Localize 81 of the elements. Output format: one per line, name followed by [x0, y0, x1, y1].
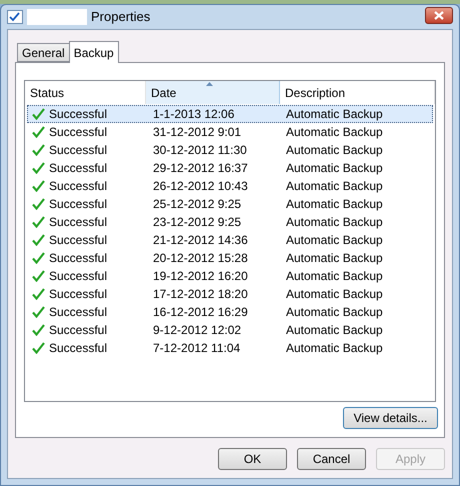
check-icon: [32, 234, 45, 246]
date-cell-text: 19-12-2012 16:20: [152, 268, 249, 285]
close-button[interactable]: [425, 6, 453, 24]
close-icon: [434, 10, 444, 20]
check-icon: [32, 126, 45, 138]
date-cell-text: 21-12-2012 14:36: [152, 232, 249, 249]
date-cell-text: 30-12-2012 11:30: [152, 142, 248, 159]
backup-row[interactable]: Successful 19-12-2012 16:20 Automatic Backup: [27, 267, 433, 285]
tab[interactable]: Backup: [68, 41, 119, 63]
date-cell-text: 1-1-2013 12:06: [152, 106, 236, 123]
description-cell-text: Automatic Backup: [285, 160, 384, 177]
description-cell-text: Automatic Backup: [285, 340, 384, 357]
status-text: Successful: [49, 322, 108, 339]
backup-row[interactable]: Successful 25-12-2012 9:25 Automatic Backup: [27, 195, 433, 213]
check-icon: [32, 180, 45, 192]
check-icon: [32, 162, 45, 174]
backup-row[interactable]: Successful 17-12-2012 18:20 Automatic Backup: [27, 285, 433, 303]
backup-row[interactable]: Successful 9-12-2012 12:02 Automatic Backup: [27, 321, 433, 339]
status-text: Successful: [49, 232, 108, 249]
check-icon: [32, 108, 45, 120]
backup-row[interactable]: Successful 7-12-2012 11:04 Automatic Backup: [27, 339, 433, 357]
status-text: Successful: [49, 250, 108, 267]
window-title: Properties: [91, 8, 150, 26]
status-text: Successful: [49, 286, 108, 303]
backup-row[interactable]: Successful 1-1-2013 12:06 Automatic Backup: [27, 105, 433, 123]
check-icon: [32, 144, 45, 156]
status-text: Successful: [49, 340, 108, 357]
status-text: Successful: [49, 304, 108, 321]
status-text: Successful: [49, 268, 108, 285]
status-text: Successful: [49, 142, 108, 159]
backup-row[interactable]: Successful 30-12-2012 11:30 Automatic Backup: [27, 141, 433, 159]
description-cell-text: Automatic Backup: [285, 124, 384, 141]
check-icon: [32, 288, 45, 300]
backup-row[interactable]: Successful 31-12-2012 9:01 Automatic Backup: [27, 123, 433, 141]
date-cell-text: 16-12-2012 16:29: [152, 304, 249, 321]
tab[interactable]: General: [17, 43, 69, 62]
backup-row[interactable]: Successful 26-12-2012 10:43 Automatic Backup: [27, 177, 433, 195]
status-text: Successful: [49, 124, 108, 141]
description-cell-text: Automatic Backup: [285, 304, 384, 321]
status-text: Successful: [49, 160, 108, 177]
description-cell-text: Automatic Backup: [285, 322, 384, 339]
dialog-button[interactable]: OK: [218, 448, 287, 470]
date-cell-text: 17-12-2012 18:20: [152, 286, 249, 303]
backup-row[interactable]: Successful 23-12-2012 9:25 Automatic Backup: [27, 213, 433, 231]
status-text: Successful: [49, 214, 108, 231]
date-cell-text: 29-12-2012 16:37: [152, 160, 249, 177]
description-cell-text: Automatic Backup: [285, 250, 384, 267]
description-cell-text: Automatic Backup: [285, 196, 384, 213]
description-cell-text: Automatic Backup: [285, 178, 384, 195]
check-icon: [32, 306, 45, 318]
date-cell-text: 25-12-2012 9:25: [152, 196, 242, 213]
status-text: Successful: [49, 178, 108, 195]
dialog-button[interactable]: Cancel: [297, 448, 366, 470]
checklist-icon: [7, 10, 23, 24]
backup-row[interactable]: Successful 29-12-2012 16:37 Automatic Backup: [27, 159, 433, 177]
date-cell-text: 31-12-2012 9:01: [152, 124, 242, 141]
date-cell-text: 20-12-2012 15:28: [152, 250, 249, 267]
description-cell-text: Automatic Backup: [285, 232, 384, 249]
check-icon: [32, 216, 45, 228]
description-cell-text: Automatic Backup: [285, 106, 384, 123]
check-icon: [32, 342, 45, 354]
check-icon: [32, 270, 45, 282]
description-cell-text: Automatic Backup: [285, 286, 384, 303]
dialog-button[interactable]: View details...: [343, 407, 438, 429]
date-cell-text: 7-12-2012 11:04: [152, 340, 242, 357]
backup-row[interactable]: Successful 20-12-2012 15:28 Automatic Backup: [27, 249, 433, 267]
check-icon: [32, 252, 45, 264]
column-header[interactable]: Date: [146, 81, 280, 104]
date-cell-text: 9-12-2012 12:02: [152, 322, 242, 339]
date-cell-text: 26-12-2012 10:43: [152, 178, 249, 195]
description-cell-text: Automatic Backup: [285, 214, 384, 231]
check-icon: [32, 324, 45, 336]
sort-arrow-icon: [206, 82, 213, 86]
check-icon: [32, 198, 45, 210]
backup-row[interactable]: Successful 21-12-2012 14:36 Automatic Backup: [27, 231, 433, 249]
status-text: Successful: [49, 106, 108, 123]
description-cell-text: Automatic Backup: [285, 268, 384, 285]
status-text: Successful: [49, 196, 108, 213]
date-cell-text: 23-12-2012 9:25: [152, 214, 242, 231]
description-cell-text: Automatic Backup: [285, 142, 384, 159]
backup-row[interactable]: Successful 16-12-2012 16:29 Automatic Backup: [27, 303, 433, 321]
